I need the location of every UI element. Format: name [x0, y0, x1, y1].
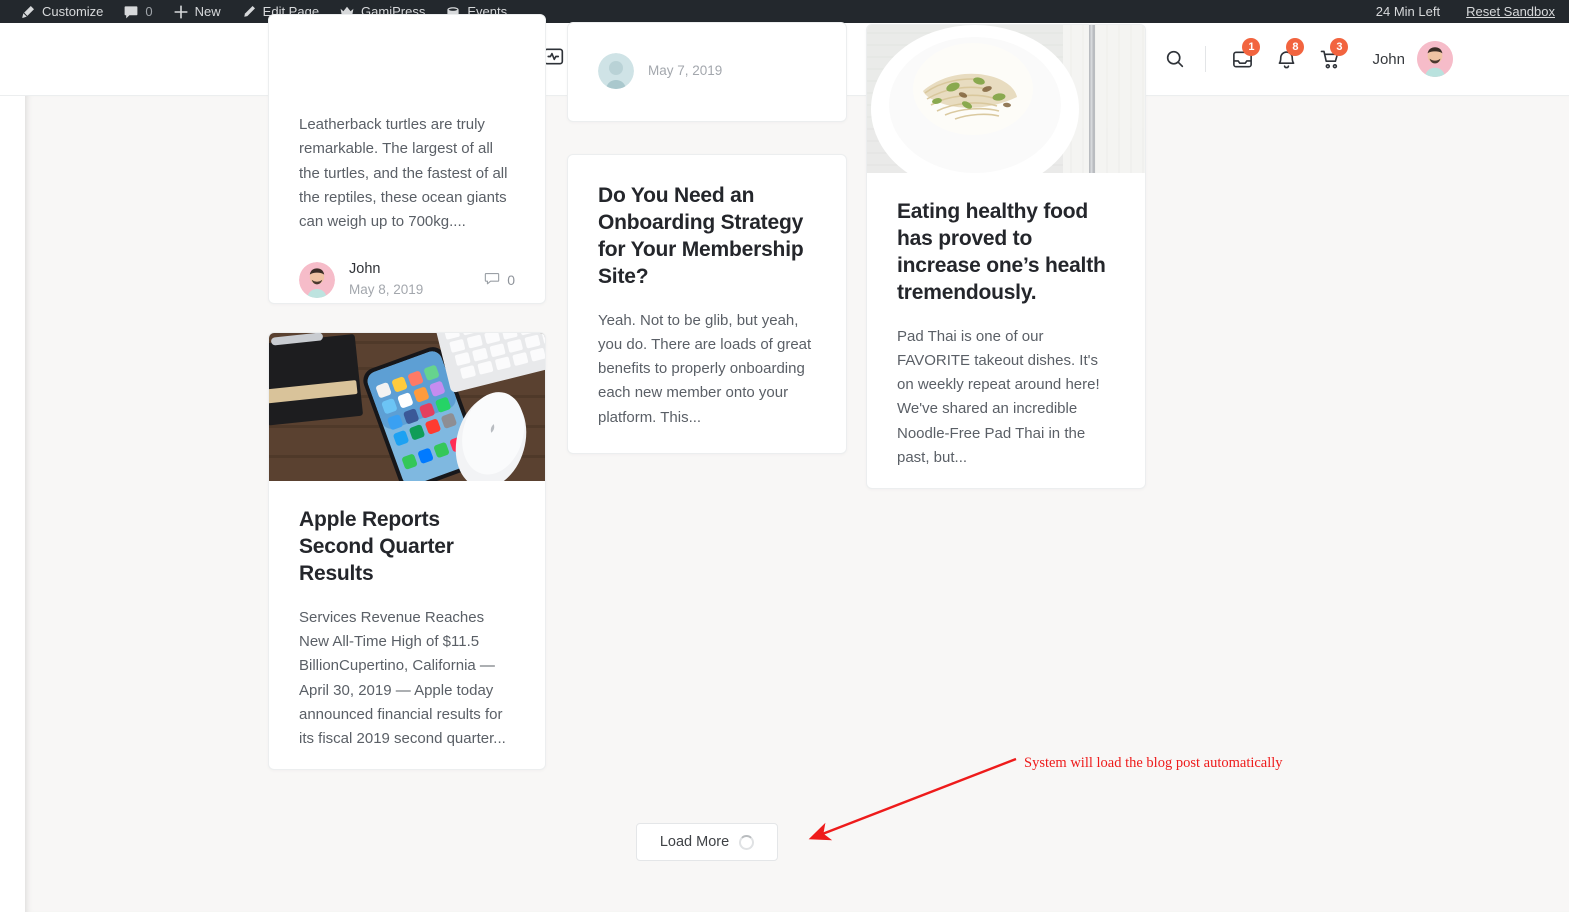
- header-divider: [1205, 46, 1207, 72]
- pad-thai-plate-photo: [867, 25, 1145, 173]
- avatar[interactable]: [299, 262, 335, 299]
- card-body: Leatherback turtles are truly remarkable…: [269, 15, 545, 234]
- post-author: John: [349, 261, 381, 278]
- iphone-on-desk-photo: [269, 333, 545, 481]
- notifications-badge: 8: [1286, 38, 1305, 56]
- comment-count-value: 0: [507, 272, 515, 289]
- search-icon[interactable]: [1155, 39, 1195, 79]
- post-card-apple[interactable]: Apple Reports Second Quarter Results Ser…: [268, 332, 546, 770]
- plus-icon: [173, 4, 189, 20]
- reset-sandbox-link[interactable]: Reset Sandbox: [1466, 4, 1555, 19]
- admin-customize[interactable]: Customize: [10, 0, 113, 23]
- card-body: Apple Reports Second Quarter Results Ser…: [269, 481, 545, 751]
- post-card-leatherback[interactable]: Leatherback turtles are truly remarkable…: [268, 14, 546, 304]
- card-body: Eating healthy food has proved to increa…: [867, 173, 1145, 470]
- admin-bar-right: 24 Min Left Reset Sandbox: [1376, 4, 1569, 19]
- brush-icon: [20, 4, 36, 20]
- post-image[interactable]: [269, 333, 545, 481]
- post-date: May 7, 2019: [648, 63, 723, 79]
- admin-comments[interactable]: 0: [113, 0, 162, 23]
- load-more-label: Load More: [659, 834, 730, 850]
- comment-icon: [484, 271, 500, 290]
- page-background: May 7, 2019 Leatherback turtles are trul…: [25, 14, 1569, 912]
- header-actions: 1 8 3 John: [1155, 38, 1569, 79]
- admin-new[interactable]: New: [163, 0, 231, 23]
- pencil-icon: [241, 4, 257, 20]
- cart-button[interactable]: 3: [1308, 38, 1352, 79]
- admin-customize-label: Customize: [42, 4, 104, 19]
- comment-count[interactable]: 0: [484, 271, 515, 290]
- post-card-healthy-food[interactable]: Eating healthy food has proved to increa…: [866, 24, 1146, 489]
- admin-new-label: New: [194, 4, 221, 19]
- author-meta: May 7, 2019: [648, 61, 722, 81]
- post-title[interactable]: Do You Need an Onboarding Strategy for Y…: [598, 183, 816, 291]
- post-title[interactable]: Apple Reports Second Quarter Results: [299, 507, 515, 588]
- post-date: May 8, 2019: [349, 282, 424, 298]
- messages-badge: 1: [1242, 38, 1261, 56]
- post-excerpt: Leatherback turtles are truly remarkable…: [299, 116, 508, 231]
- card-footer: John May 8, 2019 0: [269, 260, 545, 299]
- card-body: Do You Need an Onboarding Strategy for Y…: [568, 155, 846, 430]
- notifications-button[interactable]: 8: [1264, 38, 1308, 79]
- post-title[interactable]: Eating healthy food has proved to increa…: [897, 199, 1115, 307]
- post-card-onboarding[interactable]: Do You Need an Onboarding Strategy for Y…: [567, 154, 847, 454]
- post-excerpt: Yeah. Not to be glib, but yeah, you do. …: [598, 311, 812, 426]
- load-more-button[interactable]: Load More: [636, 823, 778, 861]
- post-excerpt: Pad Thai is one of our FAVORITE takeout …: [897, 327, 1100, 466]
- page-root: Customize 0 New Edit Page GamiPress Even…: [0, 0, 1569, 912]
- user-name[interactable]: John: [1372, 51, 1405, 68]
- left-rail: [0, 96, 25, 912]
- wp-admin-bar: Customize 0 New Edit Page GamiPress Even…: [0, 0, 1569, 23]
- comment-icon: [123, 4, 139, 20]
- post-excerpt: Services Revenue Reaches New All-Time Hi…: [299, 608, 506, 748]
- avatar[interactable]: [1417, 41, 1453, 77]
- blog-feed: May 7, 2019 Leatherback turtles are trul…: [25, 14, 1569, 912]
- loading-spinner: [739, 834, 755, 850]
- cart-badge: 3: [1330, 38, 1349, 56]
- author-meta: John May 8, 2019: [349, 260, 423, 299]
- card-footer: May 7, 2019: [568, 53, 846, 89]
- avatar[interactable]: [598, 53, 634, 89]
- messages-button[interactable]: 1: [1220, 38, 1264, 79]
- post-image[interactable]: [867, 25, 1145, 173]
- post-card-partial-top[interactable]: May 7, 2019: [567, 22, 847, 122]
- sandbox-time-left: 24 Min Left: [1375, 4, 1441, 19]
- admin-comments-count: 0: [145, 4, 153, 19]
